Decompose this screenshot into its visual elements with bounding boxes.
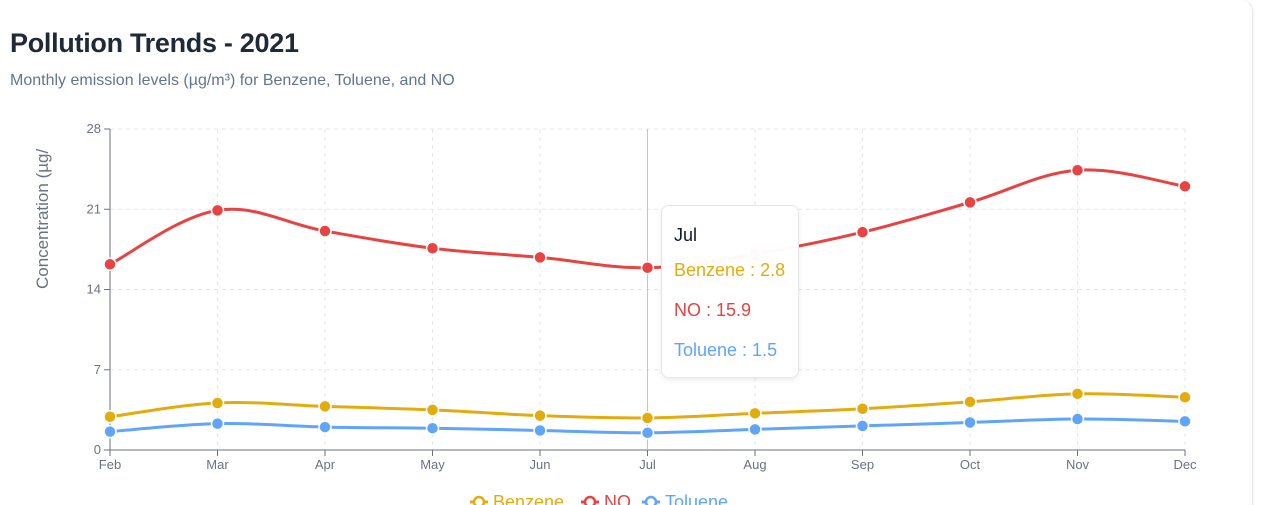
data-point-no	[963, 195, 977, 210]
legend-label-toluene: Toluene	[665, 492, 728, 505]
data-point-no	[318, 224, 332, 238]
x-tick-label: Jun	[530, 457, 551, 472]
y-tick-label: 21	[87, 201, 101, 216]
x-tick-label: Oct	[960, 457, 981, 472]
data-point-toluene	[103, 424, 117, 439]
data-point-no	[1070, 163, 1085, 178]
data-point-benzene	[103, 410, 117, 424]
x-tick-label: Mar	[206, 457, 229, 472]
chart-tooltip: Jul Benzene : 2.8 NO : 15.9 Toluene : 1.…	[661, 205, 799, 378]
data-point-no	[855, 225, 870, 239]
data-point-toluene	[533, 423, 547, 438]
y-tick-label: 14	[87, 282, 101, 297]
y-axis-label: Concentration (µg/	[33, 149, 52, 289]
tooltip-row-no: NO : 15.9	[674, 300, 752, 320]
legend-marker-no	[583, 495, 597, 505]
x-tick-label: Dec	[1173, 457, 1197, 472]
data-point-toluene	[318, 420, 332, 434]
x-tick-label: Feb	[99, 457, 121, 472]
legend-label-no: NO	[604, 492, 631, 505]
legend-marker-toluene	[644, 495, 658, 505]
data-point-toluene	[1070, 412, 1085, 426]
x-tick-label: Aug	[743, 457, 766, 472]
y-tick-label: 28	[87, 121, 101, 136]
data-point-no	[210, 203, 225, 218]
data-point-toluene	[1178, 414, 1192, 429]
data-point-toluene	[425, 421, 440, 435]
x-tick-label: Jul	[639, 457, 656, 472]
data-point-benzene	[855, 401, 870, 416]
data-point-benzene	[748, 406, 762, 421]
y-tick-label: 7	[94, 362, 101, 377]
data-point-benzene	[210, 396, 225, 410]
data-point-toluene	[210, 416, 225, 431]
data-point-benzene	[425, 403, 440, 417]
data-point-no	[103, 257, 117, 272]
data-point-toluene	[963, 415, 977, 430]
data-point-toluene	[640, 426, 655, 440]
data-point-no	[425, 241, 440, 255]
x-tick-label: May	[420, 457, 445, 472]
y-tick-label: 0	[94, 442, 101, 457]
data-point-benzene	[533, 408, 547, 423]
tooltip-row-benzene: Benzene : 2.8	[674, 260, 786, 280]
data-point-no	[640, 260, 655, 275]
legend-label-benzene: Benzene	[493, 492, 564, 505]
data-point-toluene	[855, 419, 870, 433]
data-point-benzene	[1070, 387, 1085, 401]
x-tick-label: Nov	[1066, 457, 1090, 472]
data-point-no	[1178, 179, 1192, 194]
data-point-no	[533, 250, 547, 265]
data-point-toluene	[748, 422, 762, 437]
data-point-benzene	[1178, 390, 1192, 405]
line-chart: 0 7 14 21 28 Feb Mar Apr May Jun Jul Aug Sep Oct Nov De…	[33, 121, 1197, 505]
data-point-benzene	[963, 395, 977, 409]
data-point-benzene	[318, 399, 332, 414]
tooltip-label: Jul	[674, 225, 698, 245]
data-point-benzene	[640, 411, 655, 425]
tooltip-row-toluene: Toluene : 1.5	[674, 340, 778, 360]
x-tick-label: Sep	[851, 457, 874, 472]
legend-marker-benzene	[472, 495, 486, 505]
x-tick-label: Apr	[315, 457, 336, 472]
